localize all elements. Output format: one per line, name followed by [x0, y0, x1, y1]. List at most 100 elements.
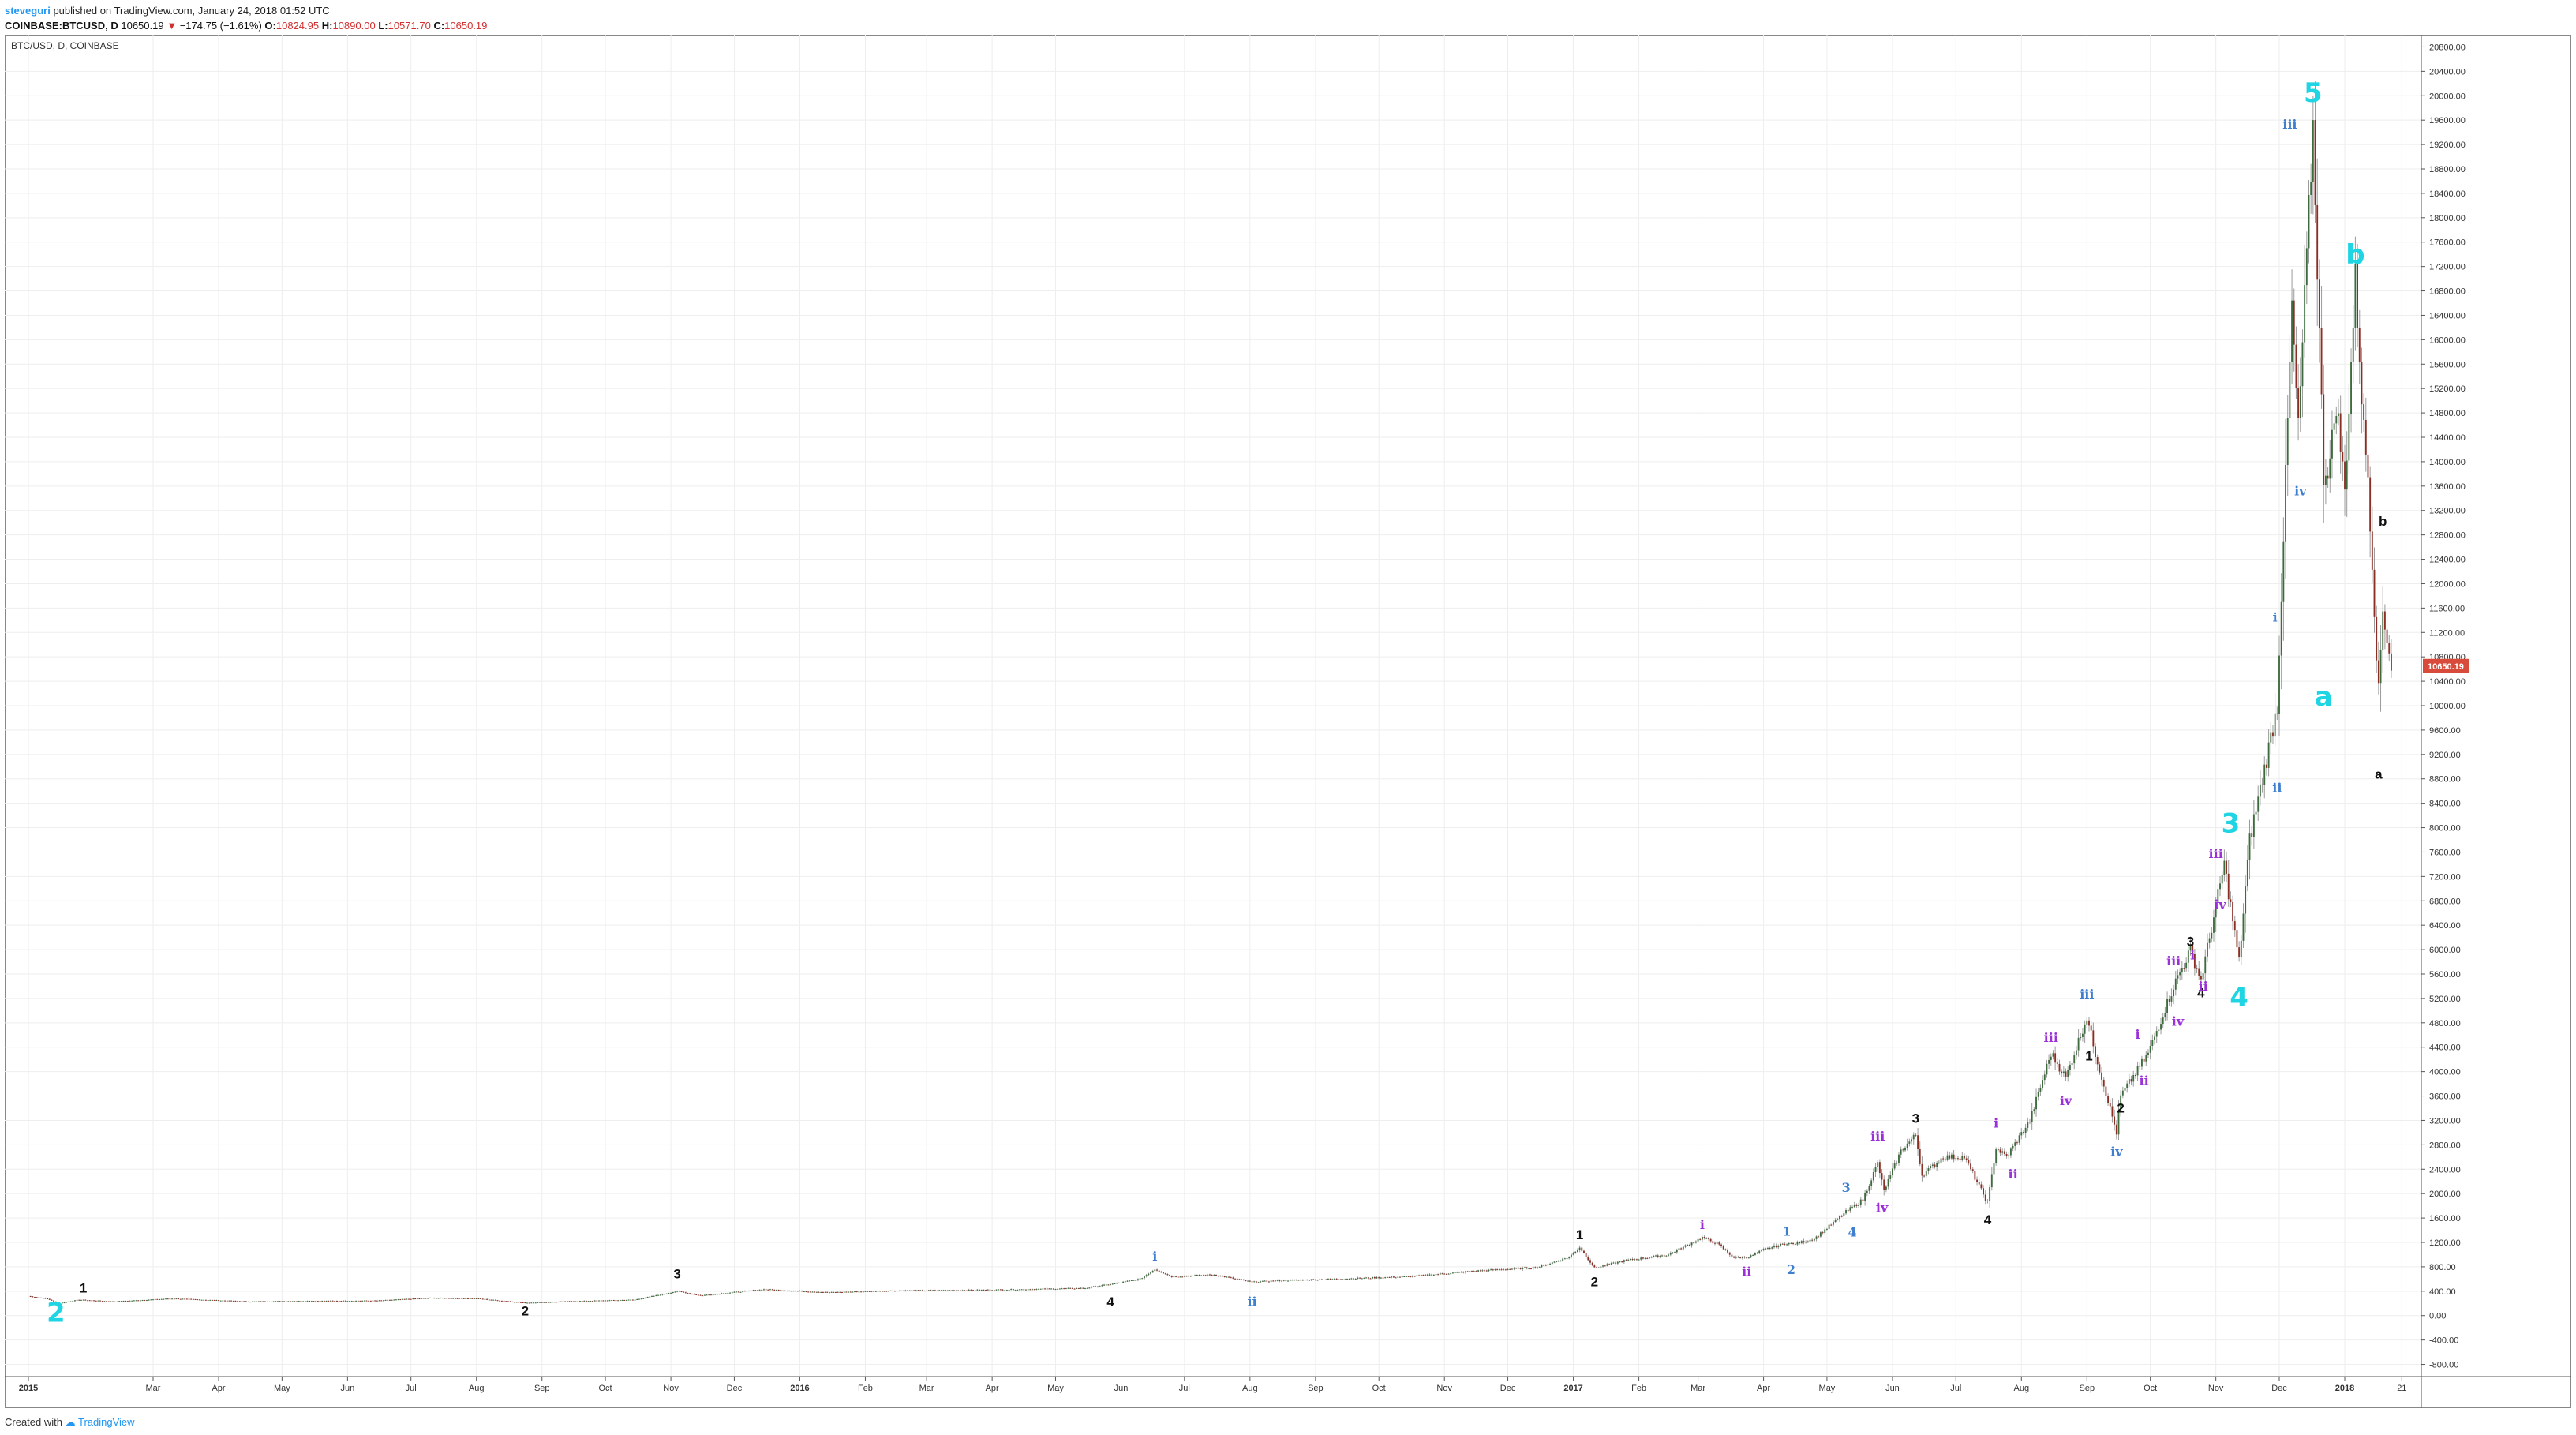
- candle-body[interactable]: [1369, 1278, 1372, 1280]
- candle-body[interactable]: [530, 1302, 533, 1304]
- candle-body[interactable]: [173, 1298, 175, 1300]
- candle-body[interactable]: [2174, 978, 2177, 990]
- candle-body[interactable]: [1088, 1287, 1091, 1289]
- candle-body[interactable]: [539, 1302, 541, 1303]
- candle-body[interactable]: [2065, 1071, 2067, 1077]
- candle-body[interactable]: [2128, 1079, 2130, 1084]
- candle-body[interactable]: [1439, 1273, 1441, 1275]
- candle-body[interactable]: [1124, 1281, 1126, 1283]
- candle-body[interactable]: [596, 1300, 598, 1302]
- candle-body[interactable]: [921, 1290, 923, 1291]
- candle-body[interactable]: [1367, 1277, 1369, 1279]
- candle-body[interactable]: [1403, 1276, 1406, 1277]
- candle-body[interactable]: [144, 1300, 146, 1302]
- candle-body[interactable]: [598, 1300, 600, 1302]
- candle-body[interactable]: [605, 1300, 607, 1302]
- candle-body[interactable]: [756, 1290, 758, 1291]
- candle-body[interactable]: [1150, 1272, 1151, 1274]
- candle-body[interactable]: [2308, 194, 2310, 249]
- candle-body[interactable]: [1741, 1257, 1743, 1258]
- candle-body[interactable]: [1441, 1273, 1443, 1275]
- candle-body[interactable]: [1129, 1280, 1131, 1282]
- candle-body[interactable]: [2014, 1142, 2016, 1146]
- candle-body[interactable]: [499, 1300, 501, 1302]
- candle-body[interactable]: [674, 1291, 676, 1293]
- candle-body[interactable]: [328, 1300, 330, 1302]
- candle-body[interactable]: [169, 1298, 171, 1300]
- candle-body[interactable]: [1255, 1281, 1257, 1283]
- candle-body[interactable]: [1642, 1257, 1644, 1259]
- candle-body[interactable]: [2232, 901, 2234, 922]
- candle-body[interactable]: [203, 1299, 205, 1301]
- candle-body[interactable]: [1690, 1242, 1693, 1246]
- candle-body[interactable]: [2327, 475, 2329, 479]
- candle-body[interactable]: [141, 1300, 144, 1302]
- candle-body[interactable]: [1357, 1277, 1359, 1279]
- candle-body[interactable]: [651, 1295, 653, 1297]
- candle-body[interactable]: [1103, 1284, 1106, 1286]
- candle-body[interactable]: [843, 1291, 845, 1293]
- candle-body[interactable]: [1576, 1250, 1578, 1252]
- candle-body[interactable]: [1359, 1277, 1361, 1279]
- candle-body[interactable]: [2080, 1037, 2082, 1039]
- candle-body[interactable]: [494, 1299, 496, 1301]
- candle-body[interactable]: [106, 1301, 108, 1302]
- candle-body[interactable]: [331, 1300, 334, 1302]
- candle-body[interactable]: [1694, 1241, 1697, 1243]
- candle-body[interactable]: [194, 1298, 197, 1300]
- candle-body[interactable]: [2213, 917, 2215, 933]
- candle-body[interactable]: [1485, 1270, 1488, 1272]
- candle-body[interactable]: [727, 1293, 729, 1294]
- candle-body[interactable]: [462, 1298, 465, 1299]
- candle-body[interactable]: [566, 1301, 568, 1302]
- candle-body[interactable]: [972, 1290, 974, 1291]
- candle-body[interactable]: [1238, 1279, 1241, 1280]
- candle-body[interactable]: [207, 1299, 209, 1301]
- candle-body[interactable]: [1653, 1255, 1655, 1257]
- candle-body[interactable]: [1818, 1236, 1820, 1238]
- candle-body[interactable]: [1739, 1257, 1742, 1258]
- candle-body[interactable]: [222, 1300, 224, 1302]
- candle-body[interactable]: [152, 1299, 154, 1301]
- candle-body[interactable]: [2164, 1013, 2166, 1018]
- candle-body[interactable]: [581, 1301, 583, 1302]
- candle-body[interactable]: [380, 1300, 383, 1302]
- candle-body[interactable]: [2301, 342, 2304, 387]
- candle-body[interactable]: [36, 1297, 38, 1298]
- candle-body[interactable]: [1253, 1281, 1256, 1283]
- candle-body[interactable]: [154, 1298, 156, 1300]
- candle-body[interactable]: [1780, 1243, 1781, 1246]
- candle-body[interactable]: [1859, 1199, 1862, 1205]
- candle-body[interactable]: [131, 1300, 133, 1302]
- candle-body[interactable]: [1621, 1261, 1623, 1263]
- candle-body[interactable]: [1154, 1269, 1156, 1272]
- candle-body[interactable]: [1456, 1272, 1458, 1273]
- candle-body[interactable]: [2346, 460, 2348, 490]
- candle-body[interactable]: [1534, 1267, 1537, 1268]
- candle-body[interactable]: [2383, 611, 2386, 630]
- candle-body[interactable]: [2046, 1063, 2048, 1075]
- candle-body[interactable]: [1625, 1260, 1627, 1261]
- candle-body[interactable]: [886, 1291, 888, 1292]
- candle-body[interactable]: [1968, 1159, 1970, 1164]
- candle-body[interactable]: [395, 1299, 397, 1301]
- candle-body[interactable]: [2114, 1116, 2116, 1125]
- candle-body[interactable]: [2101, 1072, 2102, 1080]
- candle-body[interactable]: [2304, 285, 2306, 343]
- candle-body[interactable]: [1020, 1289, 1023, 1291]
- candle-body[interactable]: [839, 1291, 841, 1293]
- candle-body[interactable]: [393, 1299, 395, 1301]
- candle-body[interactable]: [771, 1289, 773, 1291]
- candle-body[interactable]: [1581, 1247, 1583, 1251]
- candle-body[interactable]: [1600, 1266, 1602, 1268]
- candle-body[interactable]: [310, 1301, 313, 1302]
- candle-body[interactable]: [1382, 1277, 1384, 1279]
- author-link[interactable]: steveguri: [5, 5, 51, 17]
- candle-body[interactable]: [2219, 883, 2221, 890]
- candle-body[interactable]: [1401, 1276, 1403, 1278]
- candle-body[interactable]: [2364, 419, 2367, 455]
- candle-body[interactable]: [653, 1295, 655, 1297]
- candle-body[interactable]: [1792, 1242, 1795, 1244]
- candle-body[interactable]: [777, 1290, 780, 1291]
- candle-body[interactable]: [571, 1301, 573, 1302]
